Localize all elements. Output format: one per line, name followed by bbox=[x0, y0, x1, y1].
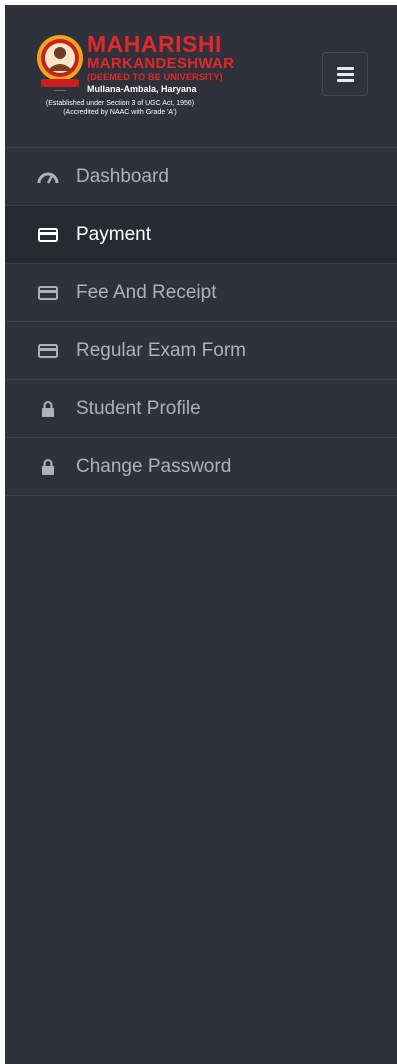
university-seal-icon bbox=[37, 35, 83, 87]
sidebar-item-label: Dashboard bbox=[76, 165, 169, 187]
sidebar: ——— MAHARISHI MARKANDESHWAR (DEEMED TO B… bbox=[5, 5, 397, 1064]
sidebar-nav: Dashboard Payment Fee And Receipt Regula… bbox=[5, 148, 397, 496]
sidebar-item-label: Regular Exam Form bbox=[76, 339, 246, 361]
menu-toggle-button[interactable] bbox=[322, 52, 368, 96]
sidebar-item-label: Student Profile bbox=[76, 397, 201, 419]
sidebar-item-student-profile[interactable]: Student Profile bbox=[5, 380, 397, 438]
sidebar-item-dashboard[interactable]: Dashboard bbox=[5, 148, 397, 206]
credit-card-icon bbox=[37, 283, 59, 303]
logo-line-5: (Established under Section 3 of UGC Act,… bbox=[45, 100, 195, 107]
hamburger-icon bbox=[336, 72, 354, 76]
logo-line-1: MAHARISHI bbox=[87, 31, 222, 57]
credit-card-icon bbox=[37, 225, 59, 245]
sidebar-item-label: Change Password bbox=[76, 455, 232, 477]
sidebar-item-change-password[interactable]: Change Password bbox=[5, 438, 397, 496]
sidebar-header: ——— MAHARISHI MARKANDESHWAR (DEEMED TO B… bbox=[5, 5, 397, 148]
logo-line-2: MARKANDESHWAR bbox=[87, 55, 235, 72]
dashboard-gauge-icon bbox=[37, 167, 59, 187]
sidebar-item-label: Payment bbox=[76, 223, 151, 245]
sidebar-item-fee-and-receipt[interactable]: Fee And Receipt bbox=[5, 264, 397, 322]
credit-card-icon bbox=[37, 341, 59, 361]
lock-icon bbox=[37, 399, 59, 419]
hamburger-icon bbox=[336, 66, 354, 70]
hamburger-icon bbox=[336, 78, 354, 82]
sidebar-item-label: Fee And Receipt bbox=[76, 281, 217, 303]
sidebar-item-payment[interactable]: Payment bbox=[5, 206, 397, 264]
lock-icon bbox=[37, 457, 59, 477]
sidebar-item-regular-exam-form[interactable]: Regular Exam Form bbox=[5, 322, 397, 380]
seal-caption: ——— bbox=[54, 87, 66, 92]
logo-line-3: (DEEMED TO BE UNIVERSITY) bbox=[87, 72, 223, 82]
logo-line-6: (Accredited by NAAC with Grade 'A') bbox=[63, 109, 177, 116]
logo-line-4: Mullana-Ambala, Haryana bbox=[87, 84, 197, 94]
university-logo[interactable]: ——— MAHARISHI MARKANDESHWAR (DEEMED TO B… bbox=[35, 31, 235, 131]
